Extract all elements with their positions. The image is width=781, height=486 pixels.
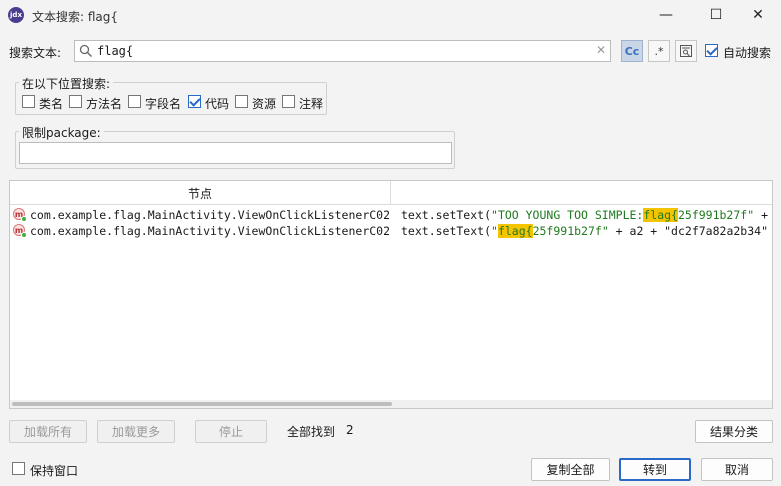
title-bar: jdx 文本搜索: flag{ — ☐ ✕: [0, 0, 781, 30]
maximize-button[interactable]: ☐: [693, 0, 739, 30]
scrollbar-thumb[interactable]: [12, 402, 392, 406]
table-row[interactable]: m com.example.flag.MainActivity.ViewOnCl…: [10, 207, 772, 223]
scope-comment-label: 注释: [299, 97, 324, 111]
scope-method-label: 方法名: [86, 97, 123, 111]
public-dot-icon: [21, 232, 27, 238]
cancel-button[interactable]: 取消: [701, 458, 773, 481]
app-logo-icon: jdx: [8, 7, 24, 23]
found-text: 全部找到: [287, 425, 336, 439]
close-button[interactable]: ✕: [735, 0, 781, 30]
scope-resource-label: 资源: [252, 97, 277, 111]
public-dot-icon: [21, 216, 27, 222]
search-label: 搜索文本:: [9, 46, 62, 60]
column-header-node[interactable]: 节点: [10, 181, 391, 205]
package-filter-input[interactable]: [19, 142, 452, 164]
search-scope-title: 在以下位置搜索:: [19, 75, 114, 92]
search-input[interactable]: flag{ ✕: [74, 40, 611, 62]
scope-resource-checkbox[interactable]: [235, 95, 248, 108]
group-results-button[interactable]: 结果分类: [695, 420, 773, 443]
scope-method-checkbox[interactable]: [69, 95, 82, 108]
package-filter-title: 限制package:: [19, 124, 104, 141]
clear-icon[interactable]: ✕: [596, 43, 606, 57]
results-table: 节点 m com.example.flag.MainActivity.ViewO…: [9, 180, 773, 409]
result-node: com.example.flag.MainActivity.ViewOnClic…: [30, 224, 391, 238]
load-all-button[interactable]: 加载所有: [9, 420, 87, 443]
scope-comment-checkbox[interactable]: [282, 95, 295, 108]
match-highlight: flag{: [643, 208, 678, 222]
load-more-button[interactable]: 加载更多: [97, 420, 175, 443]
search-icon: [79, 44, 92, 57]
scope-class-label: 类名: [39, 97, 64, 111]
goto-button[interactable]: 转到: [619, 458, 691, 481]
result-code: text.setText("flag{25f991b27f" + a2 + "d…: [401, 224, 768, 238]
found-count: 2: [346, 423, 354, 437]
scope-field-label: 字段名: [145, 97, 182, 111]
stop-button[interactable]: 停止: [195, 420, 267, 443]
minimize-button[interactable]: —: [643, 0, 689, 30]
keep-window-checkbox[interactable]: [12, 462, 25, 475]
horizontal-scrollbar[interactable]: [10, 400, 772, 408]
window-title: 文本搜索: flag{: [32, 10, 119, 24]
scope-class-checkbox[interactable]: [22, 95, 35, 108]
auto-search-checkbox[interactable]: [705, 44, 718, 57]
result-node: com.example.flag.MainActivity.ViewOnClic…: [30, 208, 391, 222]
scope-field-checkbox[interactable]: [128, 95, 141, 108]
match-highlight: flag{: [497, 224, 533, 238]
find-in-page-icon: [680, 45, 692, 57]
search-value: flag{: [97, 44, 134, 58]
result-code: text.setText("TOO YOUNG TOO SIMPLE:flag{…: [401, 208, 768, 222]
search-options-button[interactable]: [675, 40, 697, 62]
regex-toggle[interactable]: .*: [648, 40, 670, 62]
keep-window-label: 保持窗口: [30, 464, 79, 478]
table-row[interactable]: m com.example.flag.MainActivity.ViewOnCl…: [10, 223, 772, 239]
case-sensitive-toggle[interactable]: Cc: [621, 40, 643, 62]
auto-search-label: 自动搜索: [723, 46, 772, 60]
copy-all-button[interactable]: 复制全部: [531, 458, 610, 481]
scope-code-label: 代码: [205, 97, 230, 111]
scope-code-checkbox[interactable]: [188, 95, 201, 108]
table-header: 节点: [10, 181, 772, 205]
